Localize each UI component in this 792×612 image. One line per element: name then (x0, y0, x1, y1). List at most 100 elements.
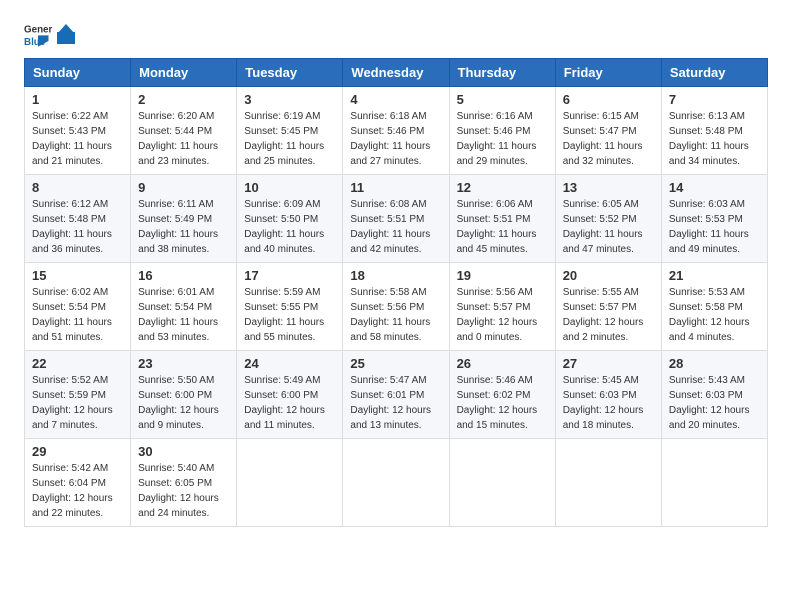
day-number: 4 (350, 92, 441, 107)
calendar-day-cell: 7 Sunrise: 6:13 AMSunset: 5:48 PMDaylight… (661, 87, 767, 175)
day-number: 17 (244, 268, 335, 283)
day-info: Sunrise: 5:55 AMSunset: 5:57 PMDaylight:… (563, 285, 654, 345)
calendar-day-cell: 25 Sunrise: 5:47 AMSunset: 6:01 PMDayligh… (343, 351, 449, 439)
day-info: Sunrise: 6:06 AMSunset: 5:51 PMDaylight:… (457, 197, 548, 257)
calendar-week-row: 1Sunrise: 6:22 AMSunset: 5:43 PMDaylight… (25, 87, 768, 175)
day-number: 25 (350, 356, 441, 371)
day-info: Sunrise: 6:20 AMSunset: 5:44 PMDaylight:… (138, 109, 229, 169)
calendar-day-cell: 28 Sunrise: 5:43 AMSunset: 6:03 PMDayligh… (661, 351, 767, 439)
day-number: 30 (138, 444, 229, 459)
day-number: 13 (563, 180, 654, 195)
calendar-day-cell: 30 Sunrise: 5:40 AMSunset: 6:05 PMDayligh… (131, 439, 237, 527)
day-info: Sunrise: 6:15 AMSunset: 5:47 PMDaylight:… (563, 109, 654, 169)
day-info: Sunrise: 5:49 AMSunset: 6:00 PMDaylight:… (244, 373, 335, 433)
day-info: Sunrise: 5:47 AMSunset: 6:01 PMDaylight:… (350, 373, 441, 433)
day-number: 7 (669, 92, 760, 107)
calendar-day-cell (449, 439, 555, 527)
calendar-day-cell: 14 Sunrise: 6:03 AMSunset: 5:53 PMDayligh… (661, 175, 767, 263)
day-number: 18 (350, 268, 441, 283)
calendar-day-cell: 21 Sunrise: 5:53 AMSunset: 5:58 PMDayligh… (661, 263, 767, 351)
calendar-day-cell (661, 439, 767, 527)
calendar-week-row: 8 Sunrise: 6:12 AMSunset: 5:48 PMDaylight… (25, 175, 768, 263)
day-info: Sunrise: 6:22 AMSunset: 5:43 PMDaylight:… (32, 109, 123, 169)
calendar-day-cell: 12 Sunrise: 6:06 AMSunset: 5:51 PMDayligh… (449, 175, 555, 263)
calendar-day-cell: 3 Sunrise: 6:19 AMSunset: 5:45 PMDaylight… (237, 87, 343, 175)
day-info: Sunrise: 5:46 AMSunset: 6:02 PMDaylight:… (457, 373, 548, 433)
day-info: Sunrise: 5:40 AMSunset: 6:05 PMDaylight:… (138, 461, 229, 521)
day-info: Sunrise: 6:01 AMSunset: 5:54 PMDaylight:… (138, 285, 229, 345)
day-number: 23 (138, 356, 229, 371)
day-number: 2 (138, 92, 229, 107)
calendar-day-cell: 16 Sunrise: 6:01 AMSunset: 5:54 PMDayligh… (131, 263, 237, 351)
calendar-day-cell: 19 Sunrise: 5:56 AMSunset: 5:57 PMDayligh… (449, 263, 555, 351)
calendar-day-cell (343, 439, 449, 527)
calendar-day-cell (237, 439, 343, 527)
day-info: Sunrise: 6:19 AMSunset: 5:45 PMDaylight:… (244, 109, 335, 169)
calendar-day-cell: 18Sunrise: 5:58 AMSunset: 5:56 PMDayligh… (343, 263, 449, 351)
svg-text:General: General (24, 25, 52, 36)
day-number: 6 (563, 92, 654, 107)
calendar-header-thursday: Thursday (449, 59, 555, 87)
calendar-day-cell: 24 Sunrise: 5:49 AMSunset: 6:00 PMDayligh… (237, 351, 343, 439)
calendar-day-cell: 5 Sunrise: 6:16 AMSunset: 5:46 PMDaylight… (449, 87, 555, 175)
calendar-header-monday: Monday (131, 59, 237, 87)
day-number: 12 (457, 180, 548, 195)
calendar-header-wednesday: Wednesday (343, 59, 449, 87)
logo-arrow-icon (57, 24, 75, 44)
day-info: Sunrise: 5:43 AMSunset: 6:03 PMDaylight:… (669, 373, 760, 433)
day-number: 24 (244, 356, 335, 371)
day-info: Sunrise: 5:59 AMSunset: 5:55 PMDaylight:… (244, 285, 335, 345)
calendar-day-cell: 13 Sunrise: 6:05 AMSunset: 5:52 PMDayligh… (555, 175, 661, 263)
day-number: 19 (457, 268, 548, 283)
day-info: Sunrise: 6:11 AMSunset: 5:49 PMDaylight:… (138, 197, 229, 257)
logo: General Blue (24, 20, 76, 48)
calendar-day-cell: 6 Sunrise: 6:15 AMSunset: 5:47 PMDaylight… (555, 87, 661, 175)
day-info: Sunrise: 5:52 AMSunset: 5:59 PMDaylight:… (32, 373, 123, 433)
day-info: Sunrise: 5:53 AMSunset: 5:58 PMDaylight:… (669, 285, 760, 345)
day-number: 8 (32, 180, 123, 195)
day-number: 28 (669, 356, 760, 371)
calendar-day-cell: 29Sunrise: 5:42 AMSunset: 6:04 PMDayligh… (25, 439, 131, 527)
day-info: Sunrise: 6:05 AMSunset: 5:52 PMDaylight:… (563, 197, 654, 257)
calendar-header-saturday: Saturday (661, 59, 767, 87)
calendar-day-cell: 17 Sunrise: 5:59 AMSunset: 5:55 PMDayligh… (237, 263, 343, 351)
day-number: 3 (244, 92, 335, 107)
day-info: Sunrise: 6:12 AMSunset: 5:48 PMDaylight:… (32, 197, 123, 257)
calendar-day-cell: 2 Sunrise: 6:20 AMSunset: 5:44 PMDaylight… (131, 87, 237, 175)
calendar-header-tuesday: Tuesday (237, 59, 343, 87)
day-info: Sunrise: 6:13 AMSunset: 5:48 PMDaylight:… (669, 109, 760, 169)
day-info: Sunrise: 6:18 AMSunset: 5:46 PMDaylight:… (350, 109, 441, 169)
calendar-day-cell (555, 439, 661, 527)
day-info: Sunrise: 6:08 AMSunset: 5:51 PMDaylight:… (350, 197, 441, 257)
calendar-day-cell: 11 Sunrise: 6:08 AMSunset: 5:51 PMDayligh… (343, 175, 449, 263)
calendar-week-row: 15Sunrise: 6:02 AMSunset: 5:54 PMDayligh… (25, 263, 768, 351)
calendar-header-friday: Friday (555, 59, 661, 87)
day-number: 16 (138, 268, 229, 283)
day-info: Sunrise: 5:50 AMSunset: 6:00 PMDaylight:… (138, 373, 229, 433)
day-info: Sunrise: 5:56 AMSunset: 5:57 PMDaylight:… (457, 285, 548, 345)
calendar-header-row: SundayMondayTuesdayWednesdayThursdayFrid… (25, 59, 768, 87)
calendar-header-sunday: Sunday (25, 59, 131, 87)
day-info: Sunrise: 6:09 AMSunset: 5:50 PMDaylight:… (244, 197, 335, 257)
day-number: 20 (563, 268, 654, 283)
calendar-day-cell: 1Sunrise: 6:22 AMSunset: 5:43 PMDaylight… (25, 87, 131, 175)
calendar-day-cell: 23 Sunrise: 5:50 AMSunset: 6:00 PMDayligh… (131, 351, 237, 439)
day-number: 15 (32, 268, 123, 283)
day-number: 10 (244, 180, 335, 195)
calendar-day-cell: 9Sunrise: 6:11 AMSunset: 5:49 PMDaylight… (131, 175, 237, 263)
day-number: 26 (457, 356, 548, 371)
day-info: Sunrise: 6:03 AMSunset: 5:53 PMDaylight:… (669, 197, 760, 257)
calendar-day-cell: 26 Sunrise: 5:46 AMSunset: 6:02 PMDayligh… (449, 351, 555, 439)
day-number: 11 (350, 180, 441, 195)
calendar-day-cell: 10 Sunrise: 6:09 AMSunset: 5:50 PMDayligh… (237, 175, 343, 263)
calendar-day-cell: 8 Sunrise: 6:12 AMSunset: 5:48 PMDaylight… (25, 175, 131, 263)
day-info: Sunrise: 6:16 AMSunset: 5:46 PMDaylight:… (457, 109, 548, 169)
day-number: 21 (669, 268, 760, 283)
day-number: 27 (563, 356, 654, 371)
svg-text:Blue: Blue (24, 37, 46, 48)
day-number: 5 (457, 92, 548, 107)
logo-icon: General Blue (24, 20, 52, 48)
day-number: 14 (669, 180, 760, 195)
calendar-day-cell: 20 Sunrise: 5:55 AMSunset: 5:57 PMDayligh… (555, 263, 661, 351)
day-info: Sunrise: 5:42 AMSunset: 6:04 PMDaylight:… (32, 461, 123, 521)
